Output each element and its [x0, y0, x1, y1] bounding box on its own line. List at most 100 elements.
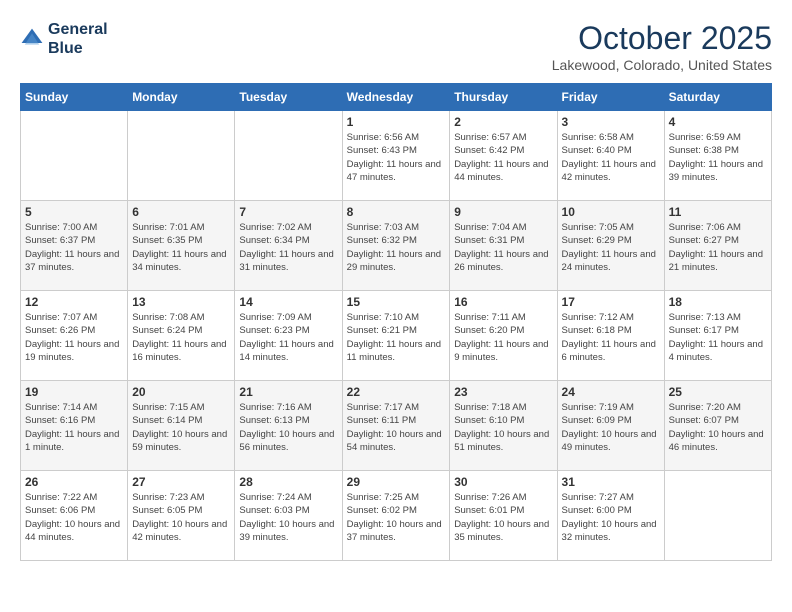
day-number: 27 [132, 475, 230, 489]
day-number: 16 [454, 295, 552, 309]
day-number: 17 [562, 295, 660, 309]
calendar-cell: 23Sunrise: 7:18 AM Sunset: 6:10 PM Dayli… [450, 381, 557, 471]
logo-line1: General [48, 20, 108, 39]
day-content: Sunrise: 6:59 AM Sunset: 6:38 PM Dayligh… [669, 131, 767, 184]
day-number: 30 [454, 475, 552, 489]
day-content: Sunrise: 7:01 AM Sunset: 6:35 PM Dayligh… [132, 221, 230, 274]
day-content: Sunrise: 7:06 AM Sunset: 6:27 PM Dayligh… [669, 221, 767, 274]
calendar-header-friday: Friday [557, 84, 664, 111]
day-content: Sunrise: 7:11 AM Sunset: 6:20 PM Dayligh… [454, 311, 552, 364]
calendar-header-tuesday: Tuesday [235, 84, 342, 111]
calendar-cell: 24 Sunrise: 7:19 AM Sunset: 6:09 PM Dayli… [557, 381, 664, 471]
calendar-cell: 17 Sunrise: 7:12 AM Sunset: 6:18 PM Dayli… [557, 291, 664, 381]
day-number: 1 [347, 115, 446, 129]
calendar-cell: 27 Sunrise: 7:23 AM Sunset: 6:05 PM Dayli… [128, 471, 235, 561]
calendar-cell: 29 Sunrise: 7:25 AM Sunset: 6:02 PM Dayli… [342, 471, 450, 561]
day-number: 8 [347, 205, 446, 219]
day-content: Sunrise: 7:09 AM Sunset: 6:23 PM Dayligh… [239, 311, 337, 364]
calendar-cell: 19 Sunrise: 7:14 AM Sunset: 6:16 PM Dayli… [21, 381, 128, 471]
calendar-cell: 10 Sunrise: 7:05 AM Sunset: 6:29 PM Dayli… [557, 201, 664, 291]
calendar-cell [21, 111, 128, 201]
day-number: 24 [562, 385, 660, 399]
calendar-cell: 16 Sunrise: 7:11 AM Sunset: 6:20 PM Dayli… [450, 291, 557, 381]
day-number: 3 [562, 115, 660, 129]
day-content: Sunrise: 6:56 AM Sunset: 6:43 PM Dayligh… [347, 131, 446, 184]
calendar-cell: 3 Sunrise: 6:58 AM Sunset: 6:40 PM Daylig… [557, 111, 664, 201]
day-number: 26 [25, 475, 123, 489]
day-content: Sunrise: 7:18 AM Sunset: 6:10 PM Dayligh… [454, 401, 552, 454]
day-number: 12 [25, 295, 123, 309]
calendar-header-thursday: Thursday [450, 84, 557, 111]
day-number: 29 [347, 475, 446, 489]
day-content: Sunrise: 6:57 AM Sunset: 6:42 PM Dayligh… [454, 131, 552, 184]
calendar-cell: 30Sunrise: 7:26 AM Sunset: 6:01 PM Dayli… [450, 471, 557, 561]
day-number: 5 [25, 205, 123, 219]
day-content: Sunrise: 7:13 AM Sunset: 6:17 PM Dayligh… [669, 311, 767, 364]
calendar-cell: 21 Sunrise: 7:16 AM Sunset: 6:13 PM Dayli… [235, 381, 342, 471]
day-number: 28 [239, 475, 337, 489]
day-number: 19 [25, 385, 123, 399]
calendar-week-row: 19 Sunrise: 7:14 AM Sunset: 6:16 PM Dayli… [21, 381, 772, 471]
day-content: Sunrise: 7:22 AM Sunset: 6:06 PM Dayligh… [25, 491, 123, 544]
logo-line2: Blue [48, 39, 108, 58]
calendar-cell: 31 Sunrise: 7:27 AM Sunset: 6:00 PM Dayli… [557, 471, 664, 561]
day-content: Sunrise: 7:23 AM Sunset: 6:05 PM Dayligh… [132, 491, 230, 544]
day-content: Sunrise: 7:04 AM Sunset: 6:31 PM Dayligh… [454, 221, 552, 274]
calendar-cell: 18 Sunrise: 7:13 AM Sunset: 6:17 PM Dayli… [664, 291, 771, 381]
location-label: Lakewood, Colorado, United States [552, 57, 772, 73]
day-content: Sunrise: 7:16 AM Sunset: 6:13 PM Dayligh… [239, 401, 337, 454]
calendar-cell: 26 Sunrise: 7:22 AM Sunset: 6:06 PM Dayli… [21, 471, 128, 561]
calendar-cell: 9Sunrise: 7:04 AM Sunset: 6:31 PM Daylig… [450, 201, 557, 291]
day-content: Sunrise: 7:02 AM Sunset: 6:34 PM Dayligh… [239, 221, 337, 274]
calendar-header-wednesday: Wednesday [342, 84, 450, 111]
calendar-cell: 2 Sunrise: 6:57 AM Sunset: 6:42 PM Daylig… [450, 111, 557, 201]
calendar-cell: 7 Sunrise: 7:02 AM Sunset: 6:34 PM Daylig… [235, 201, 342, 291]
logo: General Blue [20, 20, 108, 58]
day-content: Sunrise: 7:19 AM Sunset: 6:09 PM Dayligh… [562, 401, 660, 454]
day-number: 25 [669, 385, 767, 399]
day-number: 31 [562, 475, 660, 489]
day-number: 22 [347, 385, 446, 399]
calendar-cell: 20 Sunrise: 7:15 AM Sunset: 6:14 PM Dayli… [128, 381, 235, 471]
day-number: 2 [454, 115, 552, 129]
calendar-cell [235, 111, 342, 201]
calendar-cell [664, 471, 771, 561]
day-content: Sunrise: 7:15 AM Sunset: 6:14 PM Dayligh… [132, 401, 230, 454]
day-number: 10 [562, 205, 660, 219]
day-content: Sunrise: 7:00 AM Sunset: 6:37 PM Dayligh… [25, 221, 123, 274]
day-number: 20 [132, 385, 230, 399]
calendar-week-row: 26 Sunrise: 7:22 AM Sunset: 6:06 PM Dayli… [21, 471, 772, 561]
calendar-header-saturday: Saturday [664, 84, 771, 111]
day-content: Sunrise: 7:03 AM Sunset: 6:32 PM Dayligh… [347, 221, 446, 274]
day-number: 15 [347, 295, 446, 309]
logo-icon [20, 27, 44, 51]
page-header: General Blue October 2025 Lakewood, Colo… [20, 20, 772, 73]
title-block: October 2025 Lakewood, Colorado, United … [552, 20, 772, 73]
day-content: Sunrise: 6:58 AM Sunset: 6:40 PM Dayligh… [562, 131, 660, 184]
day-content: Sunrise: 7:27 AM Sunset: 6:00 PM Dayligh… [562, 491, 660, 544]
calendar-cell: 11Sunrise: 7:06 AM Sunset: 6:27 PM Dayli… [664, 201, 771, 291]
day-number: 14 [239, 295, 337, 309]
day-content: Sunrise: 7:07 AM Sunset: 6:26 PM Dayligh… [25, 311, 123, 364]
calendar-cell: 6 Sunrise: 7:01 AM Sunset: 6:35 PM Daylig… [128, 201, 235, 291]
calendar-header-row: SundayMondayTuesdayWednesdayThursdayFrid… [21, 84, 772, 111]
day-content: Sunrise: 7:05 AM Sunset: 6:29 PM Dayligh… [562, 221, 660, 274]
day-number: 21 [239, 385, 337, 399]
day-content: Sunrise: 7:17 AM Sunset: 6:11 PM Dayligh… [347, 401, 446, 454]
day-content: Sunrise: 7:25 AM Sunset: 6:02 PM Dayligh… [347, 491, 446, 544]
calendar-header-sunday: Sunday [21, 84, 128, 111]
calendar-cell: 22 Sunrise: 7:17 AM Sunset: 6:11 PM Dayli… [342, 381, 450, 471]
calendar-cell: 1 Sunrise: 6:56 AM Sunset: 6:43 PM Daylig… [342, 111, 450, 201]
calendar-week-row: 5 Sunrise: 7:00 AM Sunset: 6:37 PM Daylig… [21, 201, 772, 291]
day-content: Sunrise: 7:10 AM Sunset: 6:21 PM Dayligh… [347, 311, 446, 364]
day-content: Sunrise: 7:20 AM Sunset: 6:07 PM Dayligh… [669, 401, 767, 454]
calendar-table: SundayMondayTuesdayWednesdayThursdayFrid… [20, 83, 772, 561]
day-number: 6 [132, 205, 230, 219]
day-number: 18 [669, 295, 767, 309]
day-number: 7 [239, 205, 337, 219]
day-content: Sunrise: 7:14 AM Sunset: 6:16 PM Dayligh… [25, 401, 123, 454]
calendar-week-row: 12 Sunrise: 7:07 AM Sunset: 6:26 PM Dayli… [21, 291, 772, 381]
calendar-cell: 12 Sunrise: 7:07 AM Sunset: 6:26 PM Dayli… [21, 291, 128, 381]
calendar-cell: 25 Sunrise: 7:20 AM Sunset: 6:07 PM Dayli… [664, 381, 771, 471]
day-content: Sunrise: 7:12 AM Sunset: 6:18 PM Dayligh… [562, 311, 660, 364]
